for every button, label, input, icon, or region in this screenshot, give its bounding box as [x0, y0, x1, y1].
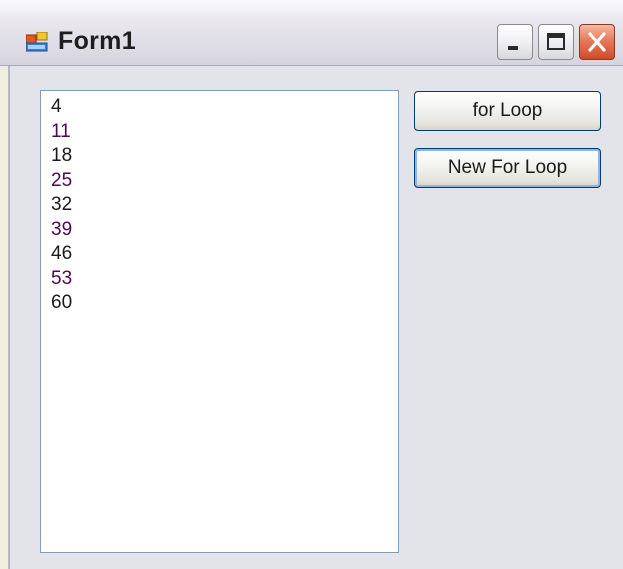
maximize-icon — [547, 33, 565, 50]
list-item[interactable]: 53 — [51, 267, 398, 292]
list-item[interactable]: 39 — [51, 218, 398, 243]
for-loop-button[interactable]: for Loop — [414, 91, 601, 131]
form-window: Form1 4 11 18 25 32 39 46 53 60 for Loop New For… — [0, 0, 623, 569]
form-app-icon — [26, 32, 48, 52]
new-for-loop-button[interactable]: New For Loop — [414, 148, 601, 188]
list-item[interactable]: 11 — [51, 120, 398, 145]
list-item[interactable]: 25 — [51, 169, 398, 194]
list-item[interactable]: 46 — [51, 242, 398, 267]
close-button[interactable] — [579, 24, 615, 60]
maximize-button[interactable] — [538, 24, 574, 60]
list-item[interactable]: 18 — [51, 144, 398, 169]
list-item[interactable]: 4 — [51, 95, 398, 120]
title-bar[interactable]: Form1 — [0, 0, 623, 66]
window-title: Form1 — [58, 27, 136, 55]
close-icon — [588, 32, 606, 52]
list-item[interactable]: 60 — [51, 291, 398, 316]
numbers-listbox[interactable]: 4 11 18 25 32 39 46 53 60 — [40, 90, 399, 553]
list-item[interactable]: 32 — [51, 193, 398, 218]
minimize-icon — [508, 46, 518, 50]
minimize-button[interactable] — [497, 24, 533, 60]
